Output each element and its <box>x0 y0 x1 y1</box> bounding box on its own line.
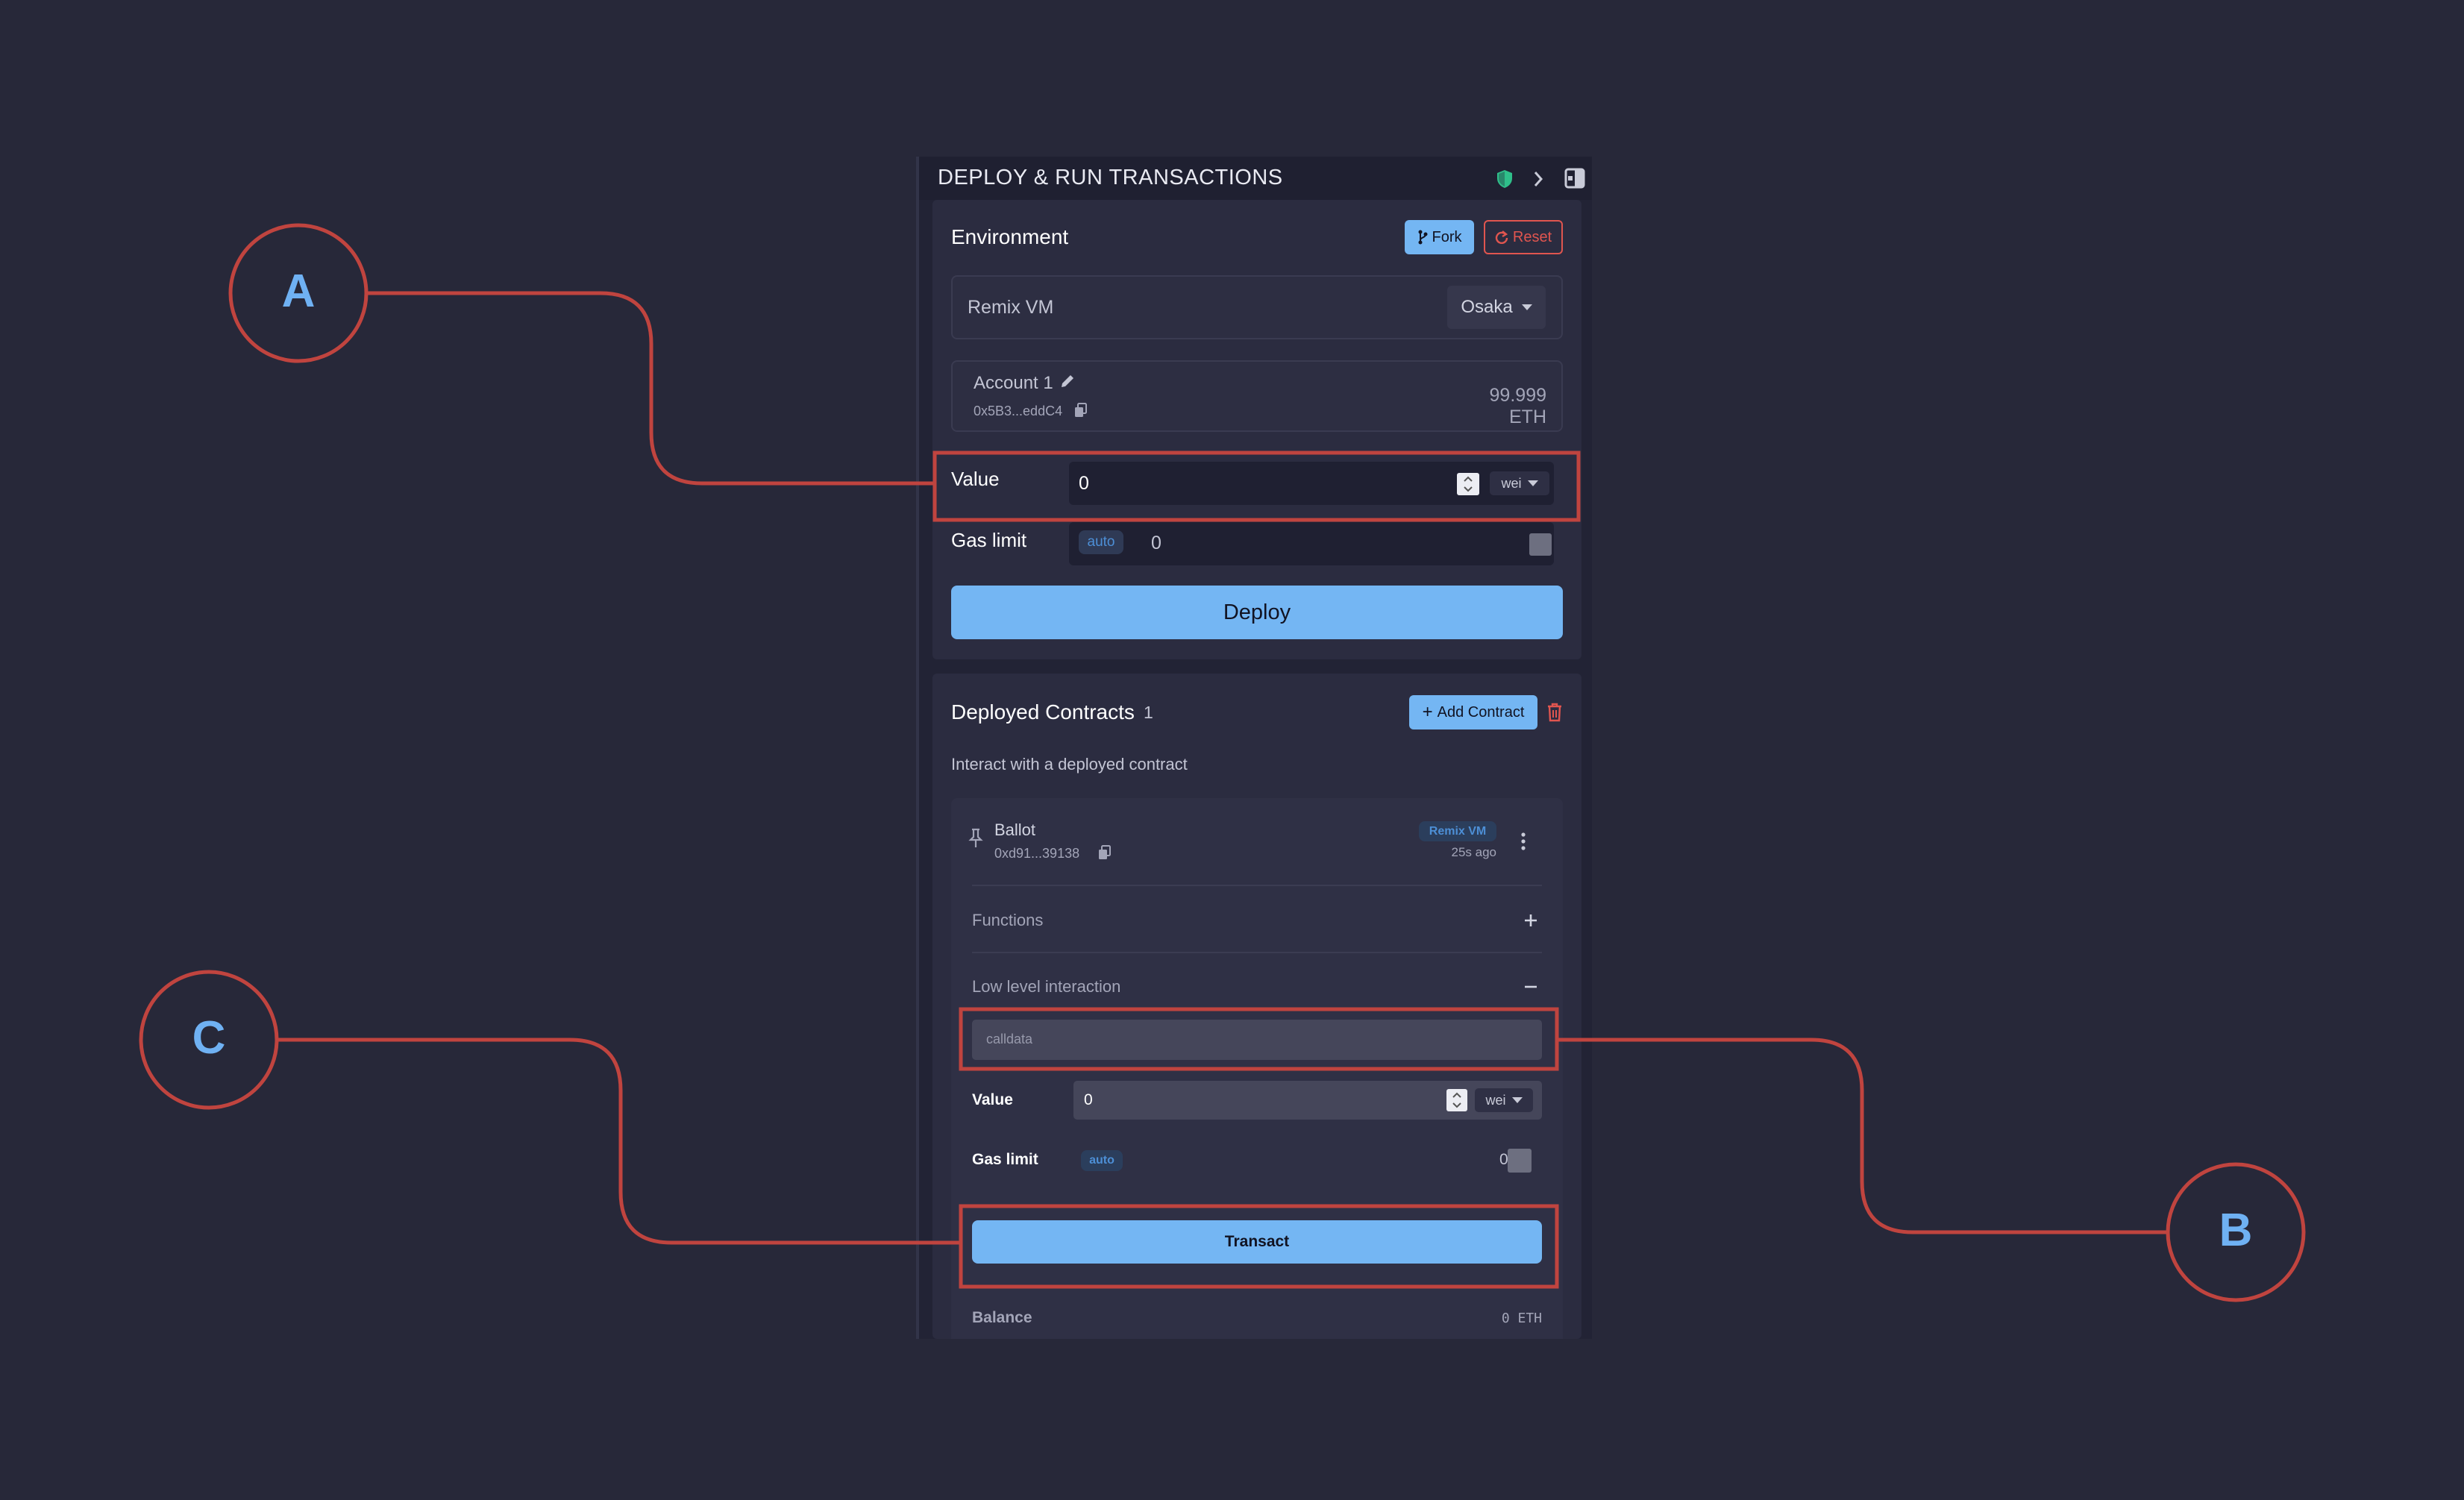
calldata-input[interactable] <box>972 1020 1542 1060</box>
value-input[interactable] <box>1069 462 1554 505</box>
low-level-interaction-label[interactable]: Low level interaction <box>972 977 1120 997</box>
hardfork-value: Osaka <box>1461 297 1513 317</box>
account-address: 0x5B3...eddC4 <box>974 404 1063 418</box>
contract-value-text: 0 <box>1084 1091 1093 1108</box>
deployed-contracts-heading: Deployed Contracts <box>951 700 1135 724</box>
account-name: Account 1 <box>974 373 1053 393</box>
reset-button[interactable]: Reset <box>1484 220 1563 254</box>
calldata-placeholder: calldata <box>986 1032 1033 1046</box>
contract-gas-auto-badge: auto <box>1081 1150 1123 1171</box>
contract-gas-limit-checkbox[interactable] <box>1508 1149 1532 1173</box>
gas-limit-input[interactable]: 0 <box>1151 533 1162 554</box>
fork-button[interactable]: Fork <box>1405 220 1474 254</box>
contract-gas-limit-input[interactable]: 0 <box>1499 1151 1508 1169</box>
deployed-hint: Interact with a deployed contract <box>951 755 1188 773</box>
edit-icon[interactable] <box>1059 373 1076 389</box>
contract-balance-label: Balance <box>972 1309 1032 1326</box>
copy-icon[interactable] <box>1098 845 1112 860</box>
account-balance: 99.999 ETH <box>1489 385 1546 427</box>
panel-edge <box>916 157 919 1339</box>
gas-limit-label: Gas limit <box>951 529 1027 551</box>
callout-b-connector <box>1558 1038 2168 1234</box>
stepper-arrows-icon <box>1464 476 1473 492</box>
environment-value: Remix VM <box>968 297 1054 318</box>
callout-b-label: B <box>2219 1205 2253 1256</box>
copy-icon[interactable] <box>1074 403 1088 418</box>
expand-plus-icon[interactable] <box>1523 912 1539 929</box>
stepper-arrows-icon <box>1452 1092 1461 1108</box>
value-unit: wei <box>1501 475 1522 491</box>
contract-value-unit: wei <box>1485 1092 1506 1108</box>
contract-value-unit-select[interactable]: wei <box>1475 1088 1533 1112</box>
contract-address: 0xd91...39138 <box>994 846 1080 861</box>
divider <box>972 952 1542 953</box>
contract-balance-value: 0 ETH <box>1501 1311 1542 1326</box>
environment-heading: Environment <box>951 225 1069 248</box>
value-unit-select[interactable]: wei <box>1490 471 1549 495</box>
hardfork-select[interactable]: Osaka <box>1447 286 1546 329</box>
chevron-down-icon <box>1527 480 1538 486</box>
reset-icon <box>1495 230 1508 244</box>
gas-limit-field[interactable] <box>1069 522 1554 565</box>
pin-icon[interactable] <box>968 828 983 849</box>
chevron-down-icon <box>1521 304 1532 310</box>
deploy-button[interactable]: Deploy <box>951 586 1563 639</box>
fork-label: Fork <box>1432 228 1462 245</box>
chevron-right-icon[interactable] <box>1532 170 1544 188</box>
fork-icon <box>1418 230 1427 245</box>
callout-a-connector <box>366 291 935 486</box>
contract-gas-limit-label: Gas limit <box>972 1151 1038 1168</box>
panel-toggle-icon[interactable] <box>1564 168 1585 189</box>
gas-limit-checkbox[interactable] <box>1529 533 1552 556</box>
contract-age: 25s ago <box>1451 845 1497 859</box>
plus-icon: + <box>1422 702 1433 722</box>
reset-label: Reset <box>1512 228 1552 245</box>
network-badge: Remix VM <box>1419 821 1496 841</box>
trash-icon[interactable] <box>1546 703 1563 722</box>
contract-value-input[interactable] <box>1073 1081 1542 1120</box>
contract-name: Ballot <box>994 820 1036 839</box>
add-contract-label: Add Contract <box>1437 703 1525 721</box>
callout-c-label: C <box>192 1012 226 1064</box>
add-contract-button[interactable]: + Add Contract <box>1409 695 1537 729</box>
value-input-text: 0 <box>1079 473 1089 494</box>
more-vertical-icon[interactable] <box>1520 832 1527 851</box>
shield-icon[interactable] <box>1496 169 1513 189</box>
collapse-minus-icon[interactable] <box>1523 979 1539 995</box>
chevron-down-icon <box>1511 1097 1523 1103</box>
deployed-contracts-count: 1 <box>1144 703 1153 722</box>
callout-c-connector <box>277 1038 961 1245</box>
gas-auto-badge: auto <box>1079 530 1123 554</box>
callout-a-label: A <box>281 266 316 317</box>
divider <box>972 885 1542 886</box>
panel-title: DEPLOY & RUN TRANSACTIONS <box>938 166 1283 189</box>
transact-button[interactable]: Transact <box>972 1220 1542 1264</box>
value-label: Value <box>951 468 1000 490</box>
contract-value-label: Value <box>972 1091 1013 1108</box>
functions-label[interactable]: Functions <box>972 911 1043 930</box>
